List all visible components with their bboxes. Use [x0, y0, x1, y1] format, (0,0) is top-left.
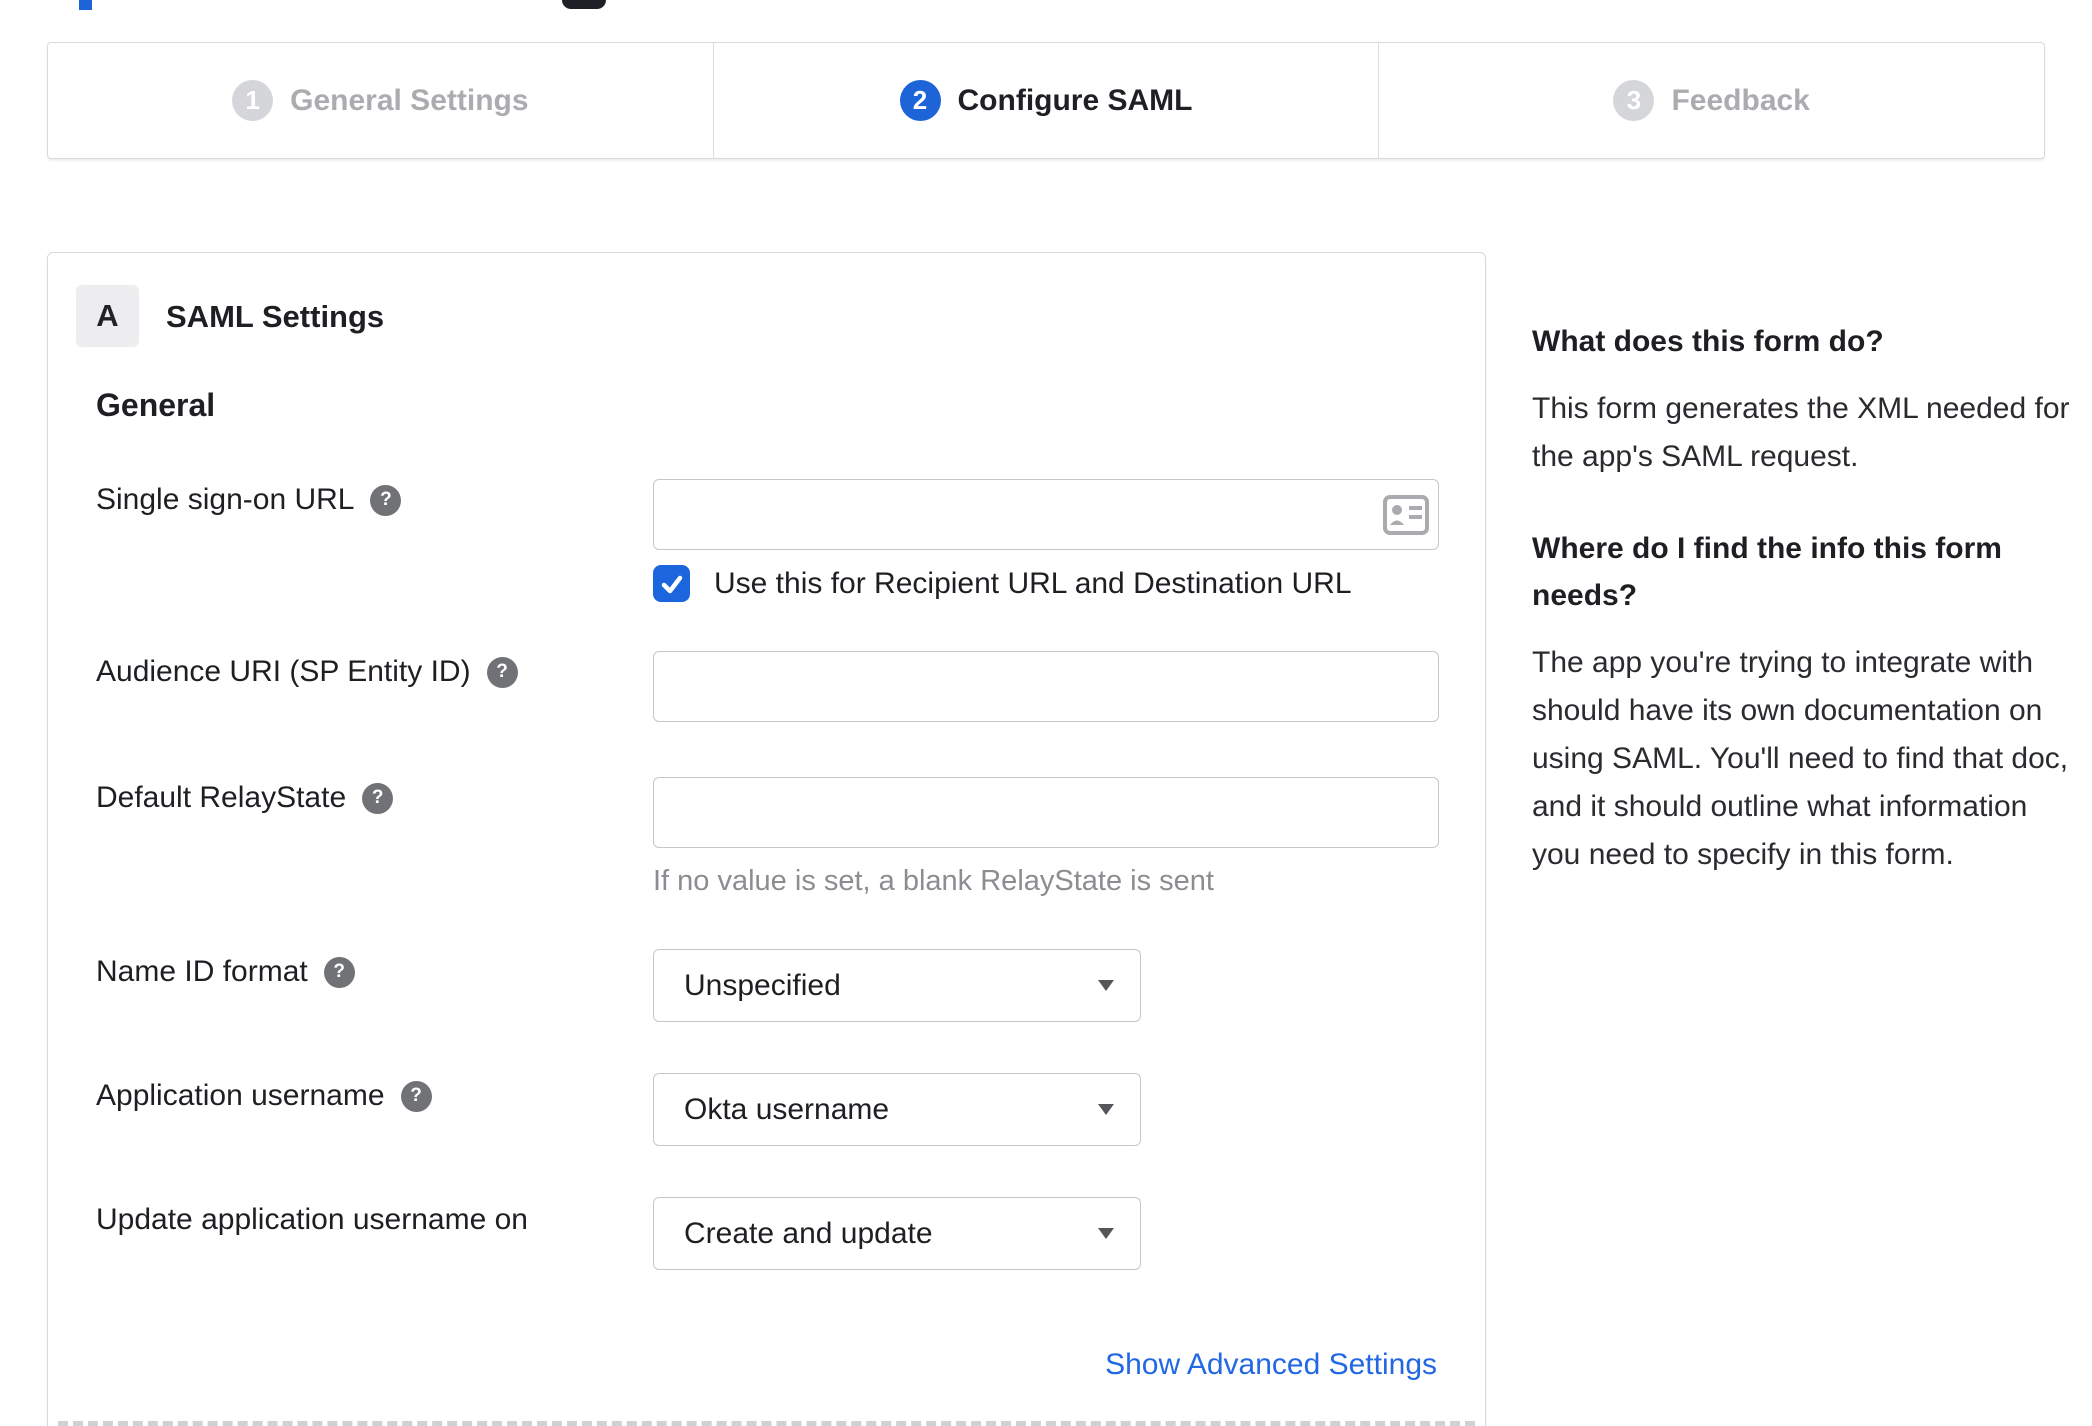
sso-url-input[interactable] [653, 479, 1439, 550]
name-id-format-label-text: Name ID format [96, 955, 308, 988]
step-number-badge: 3 [1613, 80, 1655, 121]
clipped-header-fragment [79, 0, 92, 10]
step-label: General Settings [290, 83, 529, 117]
help-icon[interactable]: ? [486, 656, 518, 688]
step-number-badge: 2 [899, 80, 941, 121]
help-icon[interactable]: ? [400, 1080, 432, 1112]
audience-uri-label: Audience URI (SP Entity ID) ? [96, 655, 518, 689]
relaystate-label-text: Default RelayState [96, 781, 347, 814]
name-id-format-value: Unspecified [684, 968, 841, 1002]
update-username-label-text: Update application username on [96, 1203, 528, 1236]
chevron-down-icon [1098, 980, 1114, 991]
recipient-url-checkbox-label: Use this for Recipient URL and Destinati… [714, 566, 1352, 600]
saml-settings-panel: A SAML Settings General Single sign-on U… [47, 252, 1486, 1426]
help-answer-1: This form generates the XML needed for t… [1532, 392, 2070, 473]
recipient-url-checkbox-row: Use this for Recipient URL and Destinati… [653, 565, 1352, 602]
checkmark-icon [661, 575, 682, 593]
audience-uri-input[interactable] [653, 651, 1439, 722]
wizard-stepper: 1 General Settings 2 Configure SAML 3 Fe… [47, 42, 2045, 159]
sso-url-label: Single sign-on URL ? [96, 483, 402, 517]
help-question-1: What does this form do? [1532, 325, 1884, 358]
step-label: Configure SAML [957, 83, 1193, 117]
update-username-value: Create and update [684, 1216, 933, 1250]
help-answer-2: The app you're trying to integrate with … [1532, 646, 2069, 871]
section-dashed-divider [58, 1421, 1475, 1426]
name-id-format-select[interactable]: Unspecified [653, 949, 1141, 1022]
application-username-label: Application username ? [96, 1079, 432, 1113]
application-username-select[interactable]: Okta username [653, 1073, 1141, 1146]
application-username-label-text: Application username [96, 1079, 385, 1112]
help-icon[interactable]: ? [362, 782, 394, 814]
step-feedback[interactable]: 3 Feedback [1378, 43, 2044, 158]
step-number-badge: 1 [232, 80, 274, 121]
help-icon[interactable]: ? [370, 484, 402, 516]
relaystate-input[interactable] [653, 777, 1439, 848]
step-label: Feedback [1671, 83, 1810, 117]
section-a-badge: A [76, 285, 139, 347]
chevron-down-icon [1098, 1104, 1114, 1115]
step-general-settings[interactable]: 1 General Settings [48, 43, 713, 158]
relaystate-helper-text: If no value is set, a blank RelayState i… [653, 865, 1214, 897]
help-question-2: Where do I find the info this form needs… [1532, 532, 2002, 612]
name-id-format-label: Name ID format ? [96, 955, 355, 989]
contact-card-icon[interactable] [1383, 495, 1429, 535]
recipient-url-checkbox[interactable] [653, 565, 690, 602]
show-advanced-settings-link[interactable]: Show Advanced Settings [1105, 1348, 1437, 1382]
application-username-value: Okta username [684, 1092, 890, 1126]
step-configure-saml[interactable]: 2 Configure SAML [712, 43, 1379, 158]
section-title: SAML Settings [166, 299, 385, 334]
general-group-title: General [96, 387, 216, 423]
help-icon[interactable]: ? [323, 956, 355, 988]
update-username-select[interactable]: Create and update [653, 1197, 1141, 1270]
help-sidebar: What does this form do? This form genera… [1532, 318, 2072, 879]
sso-url-label-text: Single sign-on URL [96, 483, 355, 516]
update-username-label: Update application username on [96, 1203, 528, 1237]
clipped-logo-fragment [562, 0, 606, 9]
chevron-down-icon [1098, 1228, 1114, 1239]
audience-uri-label-text: Audience URI (SP Entity ID) [96, 655, 471, 688]
relaystate-label: Default RelayState ? [96, 781, 394, 815]
